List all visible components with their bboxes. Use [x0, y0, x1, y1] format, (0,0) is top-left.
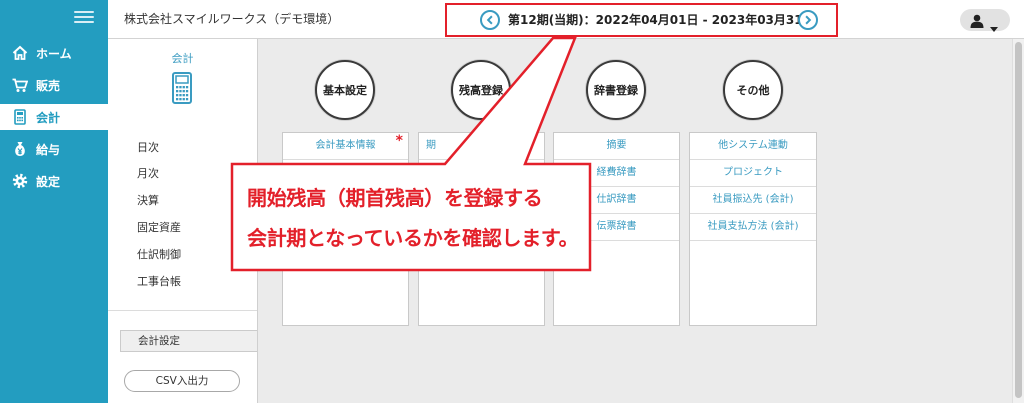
callout-line-2: 会計期となっているかを確認します。 [247, 226, 579, 250]
callout-line-1: 開始残高（期首残高）を登録する [247, 186, 543, 210]
